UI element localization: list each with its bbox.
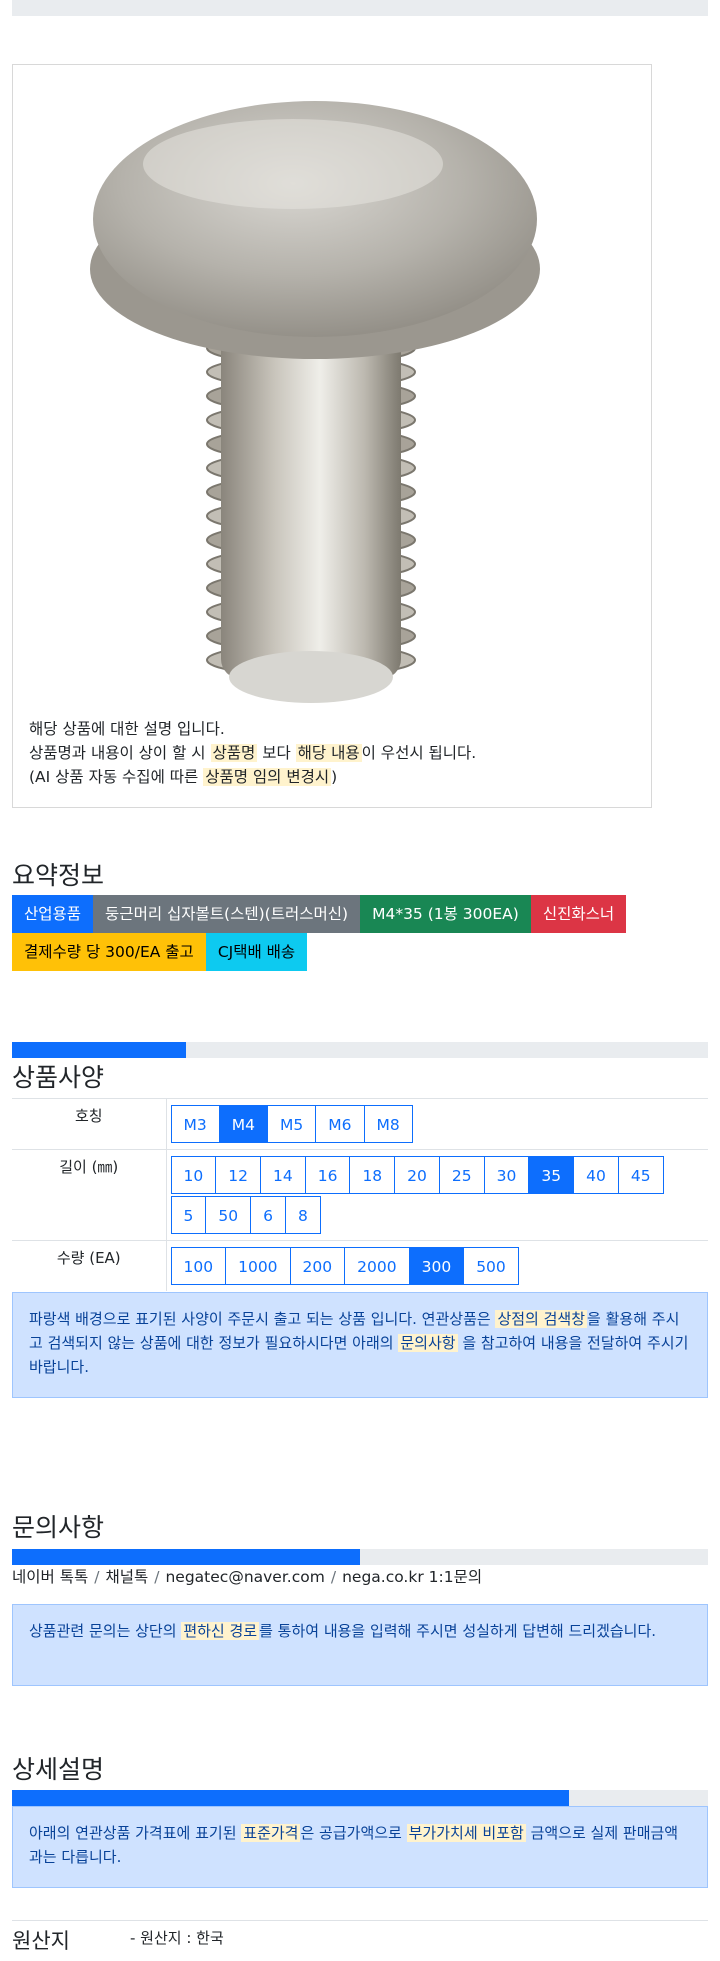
desc-text: 이 우선시 됩니다. (361, 744, 477, 762)
spec-label: 수량 (EA) (12, 1240, 167, 1291)
badge-row: 결제수량 당 300/EA 출고 CJ택배 배송 (12, 933, 672, 971)
origin-label: 원산지 (12, 1929, 70, 1953)
spec-option-button[interactable]: 100 (170, 1247, 227, 1285)
spec-option-button[interactable]: 300 (408, 1247, 465, 1285)
spec-notice: 파랑색 배경으로 표기된 사양이 주문시 출고 되는 상품 입니다. 연관상품은… (12, 1292, 708, 1398)
spec-option-button[interactable]: 18 (349, 1156, 396, 1194)
spec-option-button[interactable]: 6 (250, 1196, 286, 1234)
progress-fill (12, 1790, 569, 1806)
desc-line-2: 상품명과 내용이 상이 할 시 상품명 보다 해당 내용 이 우선시 됩니다. (29, 741, 476, 765)
spec-row: 호칭 M3 M4 M5 M6 M8 (12, 1098, 709, 1150)
highlight-store-search: 상점의 검색창 (495, 1310, 588, 1328)
summary-badge: CJ택배 배송 (205, 933, 308, 971)
spec-options: 10 12 14 16 18 20 25 30 35 40 45 5 50 6 8 (166, 1149, 709, 1241)
progress-fill (12, 1549, 360, 1565)
spec-option-button[interactable]: 8 (284, 1196, 321, 1234)
spec-option-button[interactable]: M8 (363, 1105, 413, 1143)
contact-link[interactable]: 네이버 톡톡 (12, 1568, 88, 1586)
spec-option-button[interactable]: 45 (617, 1156, 664, 1194)
summary-badge: 산업용품 (12, 895, 94, 933)
inquiry-progress-bar (12, 1549, 708, 1565)
bolt-product-image (90, 101, 540, 703)
badge-row: 산업용품 둥근머리 십자볼트(스텐)(트러스머신) M4*35 (1봉 300EA)… (12, 895, 672, 933)
product-image-card: 해당 상품에 대한 설명 입니다. 상품명과 내용이 상이 할 시 상품명 보다… (12, 64, 652, 808)
contact-link[interactable]: 채널톡 (105, 1568, 148, 1586)
spec-option-button[interactable]: 5 (170, 1196, 207, 1234)
notice-text: 아래의 연관상품 가격표에 표기된 (29, 1824, 242, 1842)
product-description: 해당 상품에 대한 설명 입니다. 상품명과 내용이 상이 할 시 상품명 보다… (29, 717, 476, 789)
option-group: M3 M4 M5 M6 M8 (170, 1105, 709, 1143)
spec-option-button[interactable]: 30 (483, 1156, 530, 1194)
contact-link[interactable]: negatec@naver.com (165, 1568, 324, 1586)
highlight-inquiry: 문의사항 (398, 1334, 458, 1352)
detail-progress-bar (12, 1790, 708, 1806)
highlight-content: 해당 내용 (295, 744, 362, 762)
top-progress-bar (12, 0, 708, 16)
contact-link[interactable]: nega.co.kr 1:1문의 (342, 1568, 482, 1586)
spec-option-button[interactable]: M5 (267, 1105, 317, 1143)
desc-line-1: 해당 상품에 대한 설명 입니다. (29, 720, 225, 738)
spec-options: M3 M4 M5 M6 M8 (166, 1098, 709, 1150)
spec-option-button[interactable]: 35 (528, 1156, 575, 1194)
highlight-name-change: 상품명 임의 변경시 (203, 768, 332, 786)
summary-badge: 신진화스너 (530, 895, 627, 933)
notice-text: 상품관련 문의는 상단의 (29, 1622, 182, 1640)
highlight-standard-price: 표준가격 (241, 1824, 301, 1842)
desc-text: (AI 상품 자동 수집에 따른 (29, 768, 204, 786)
spec-label: 길이 (㎜) (12, 1149, 167, 1241)
link-separator: / (330, 1568, 337, 1586)
notice-text: 파랑색 배경으로 표기된 사양이 주문시 출고 되는 상품 입니다. 연관상품은 (29, 1310, 496, 1328)
summary-title: 요약정보 (12, 861, 105, 890)
link-separator: / (94, 1568, 100, 1586)
spec-option-button[interactable]: 20 (394, 1156, 440, 1194)
spec-option-button[interactable]: 1000 (225, 1247, 291, 1285)
origin-value: - 원산지 : 한국 (130, 1929, 224, 1947)
spec-option-button[interactable]: 10 (170, 1156, 217, 1194)
spec-option-button[interactable]: M3 (170, 1105, 220, 1143)
highlight-vat-excluded: 부가가치세 비포함 (406, 1824, 526, 1842)
spec-option-button[interactable]: 14 (259, 1156, 306, 1194)
spec-option-button[interactable]: 12 (215, 1156, 261, 1194)
spec-option-button[interactable]: 40 (573, 1156, 619, 1194)
notice-text: 은 공급가액으로 (300, 1824, 407, 1842)
summary-badges: 산업용품 둥근머리 십자볼트(스텐)(트러스머신) M4*35 (1봉 300EA)… (12, 895, 672, 971)
spec-option-table: 호칭 M3 M4 M5 M6 M8 길이 (㎜) 10 12 14 16 18 20 25 30 35 40 45… (12, 1098, 708, 1291)
contact-links: 네이버 톡톡 / 채널톡 / negatec@naver.com / nega.co.kr … (12, 1565, 482, 1587)
summary-badge: 결제수량 당 300/EA 출고 (12, 933, 206, 971)
option-group: 10 12 14 16 18 20 25 30 35 40 45 (170, 1156, 709, 1194)
progress-fill (12, 1042, 186, 1058)
summary-badge: M4*35 (1봉 300EA) (360, 895, 531, 933)
spec-label: 호칭 (12, 1098, 167, 1150)
spec-progress-bar (12, 1042, 708, 1058)
inquiry-notice: 상품관련 문의는 상단의 편하신 경로 를 통하여 내용을 입력해 주시면 성실하… (12, 1604, 708, 1686)
spec-option-button[interactable]: 50 (205, 1196, 252, 1234)
spec-option-button[interactable]: 500 (463, 1247, 519, 1285)
desc-text: ) (331, 768, 338, 786)
desc-text: 상품명과 내용이 상이 할 시 (29, 744, 211, 762)
spec-option-button[interactable]: 16 (304, 1156, 351, 1194)
spec-option-button[interactable]: M6 (315, 1105, 365, 1143)
origin-row: 원산지 - 원산지 : 한국 (12, 1920, 708, 1953)
spec-option-button[interactable]: 200 (289, 1247, 346, 1285)
spec-options: 100 1000 200 2000 300 500 (166, 1240, 709, 1291)
highlight-convenient-route: 편하신 경로 (181, 1622, 260, 1640)
desc-text: 보다 (257, 744, 296, 762)
link-separator: / (154, 1568, 160, 1586)
desc-line-3: (AI 상품 자동 수집에 따른 상품명 임의 변경시) (29, 765, 476, 789)
spec-option-button[interactable]: M4 (218, 1105, 268, 1143)
option-group: 5 50 6 8 (170, 1196, 709, 1234)
detail-notice: 아래의 연관상품 가격표에 표기된 표준가격 은 공급가액으로 부가가치세 비포함… (12, 1806, 708, 1888)
spec-option-button[interactable]: 2000 (344, 1247, 410, 1285)
option-group: 100 1000 200 2000 300 500 (170, 1247, 709, 1285)
spec-row: 수량 (EA) 100 1000 200 2000 300 500 (12, 1240, 709, 1291)
spec-row: 길이 (㎜) 10 12 14 16 18 20 25 30 35 40 45 5 50 6 8 (12, 1149, 709, 1241)
detail-title: 상세설명 (12, 1755, 105, 1784)
spec-option-button[interactable]: 25 (438, 1156, 485, 1194)
highlight-product-name: 상품명 (210, 744, 258, 762)
notice-text: 를 통하여 내용을 입력해 주시면 성실하게 답변해 드리겠습니다. (259, 1622, 657, 1640)
spec-title: 상품사양 (12, 1063, 105, 1092)
inquiry-title: 문의사항 (12, 1513, 105, 1542)
summary-badge: 둥근머리 십자볼트(스텐)(트러스머신) (93, 895, 361, 933)
